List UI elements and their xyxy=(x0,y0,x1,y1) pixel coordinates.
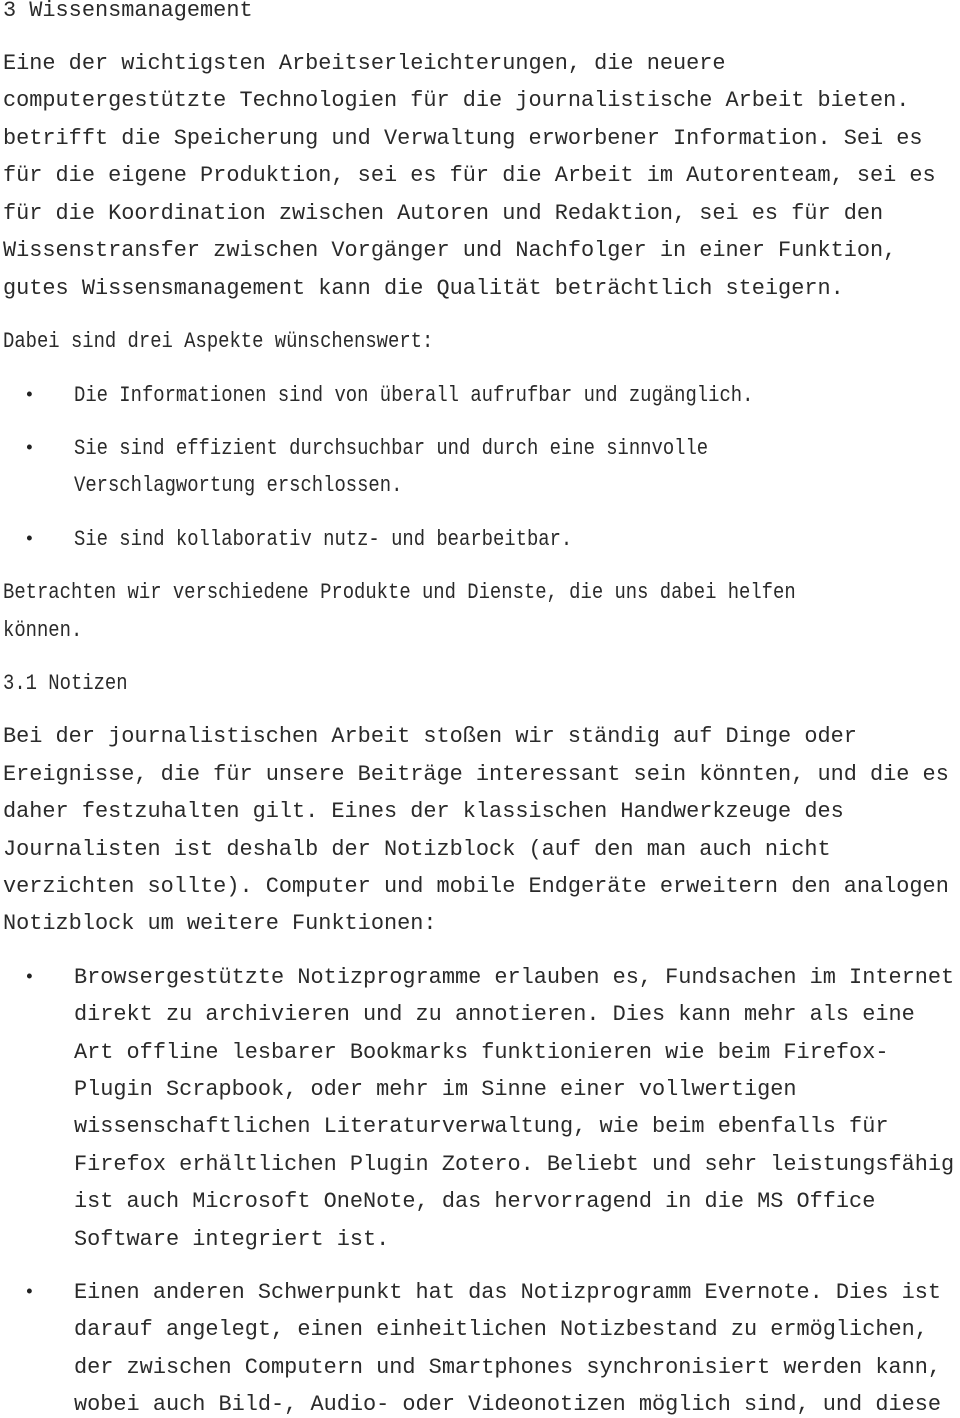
paragraph-line: können. xyxy=(3,618,83,643)
paragraph-line: verzichten sollte). Computer und mobile … xyxy=(3,874,949,899)
list-item-text: Software integriert ist. xyxy=(74,1227,390,1252)
list-item-text: Einen anderen Schwerpunkt hat das Notizp… xyxy=(74,1280,942,1305)
document-page: 3 Wissensmanagement Eine der wichtigsten… xyxy=(0,0,960,1417)
list-item-text: direkt zu archivieren und zu annotieren.… xyxy=(74,1002,915,1027)
list-item-text: Art offline lesbarer Bookmarks funktioni… xyxy=(74,1040,889,1065)
list-item-text: Browsergestützte Notizprogramme erlauben… xyxy=(74,965,955,990)
bullet-icon: • xyxy=(24,439,35,459)
bullet-icon: • xyxy=(24,1283,35,1303)
paragraph-line: Ereignisse, die für unsere Beiträge inte… xyxy=(3,762,949,787)
list-item-text: wissenschaftlichen Literaturverwaltung, … xyxy=(74,1114,889,1139)
subsection-heading: 3.1 Notizen xyxy=(3,671,128,696)
bullet-icon: • xyxy=(24,968,35,988)
list-item-text: der zwischen Computern und Smartphones s… xyxy=(74,1355,942,1380)
list-item-text: Plugin Scrapbook, oder mehr im Sinne ein… xyxy=(74,1077,797,1102)
paragraph-line: Betrachten wir verschiedene Produkte und… xyxy=(3,580,796,605)
paragraph-line: Notizblock um weitere Funktionen: xyxy=(3,911,437,936)
paragraph-line: betrifft die Speicherung und Verwaltung … xyxy=(3,126,923,151)
paragraph-line: für die eigene Produktion, sei es für di… xyxy=(3,163,936,188)
paragraph-line: Eine der wichtigsten Arbeitserleichterun… xyxy=(3,51,726,76)
list-item-text: ist auch Microsoft OneNote, das hervorra… xyxy=(74,1189,876,1214)
section-heading: 3 Wissensmanagement xyxy=(3,0,253,23)
paragraph-line: gutes Wissensmanagement kann die Qualitä… xyxy=(3,276,844,301)
bullet-icon: • xyxy=(24,386,35,406)
paragraph-line: daher festzuhalten gilt. Eines der klass… xyxy=(3,799,844,824)
aspects-intro: Dabei sind drei Aspekte wünschenswert: xyxy=(3,329,434,354)
list-item-text: Sie sind effizient durchsuchbar und durc… xyxy=(74,436,709,461)
list-item-text: Verschlagwortung erschlossen. xyxy=(74,473,403,498)
list-item-text: darauf angelegt, einen einheitlichen Not… xyxy=(74,1317,928,1342)
paragraph-line: Wissenstransfer zwischen Vorgänger und N… xyxy=(3,238,897,263)
paragraph-line: computergestützte Technologien für die j… xyxy=(3,88,910,113)
paragraph-line: Bei der journalistischen Arbeit stoßen w… xyxy=(3,724,857,749)
bullet-icon: • xyxy=(24,530,35,550)
paragraph-line: Journalisten ist deshalb der Notizblock … xyxy=(3,837,831,862)
list-item-text: Sie sind kollaborativ nutz- und bearbeit… xyxy=(74,527,573,552)
list-item-text: Die Informationen sind von überall aufru… xyxy=(74,383,754,408)
paragraph-line: für die Koordination zwischen Autoren un… xyxy=(3,201,884,226)
list-item-text: Firefox erhältlichen Plugin Zotero. Beli… xyxy=(74,1152,955,1177)
list-item-text: wobei auch Bild-, Audio- oder Videonotiz… xyxy=(74,1392,942,1417)
